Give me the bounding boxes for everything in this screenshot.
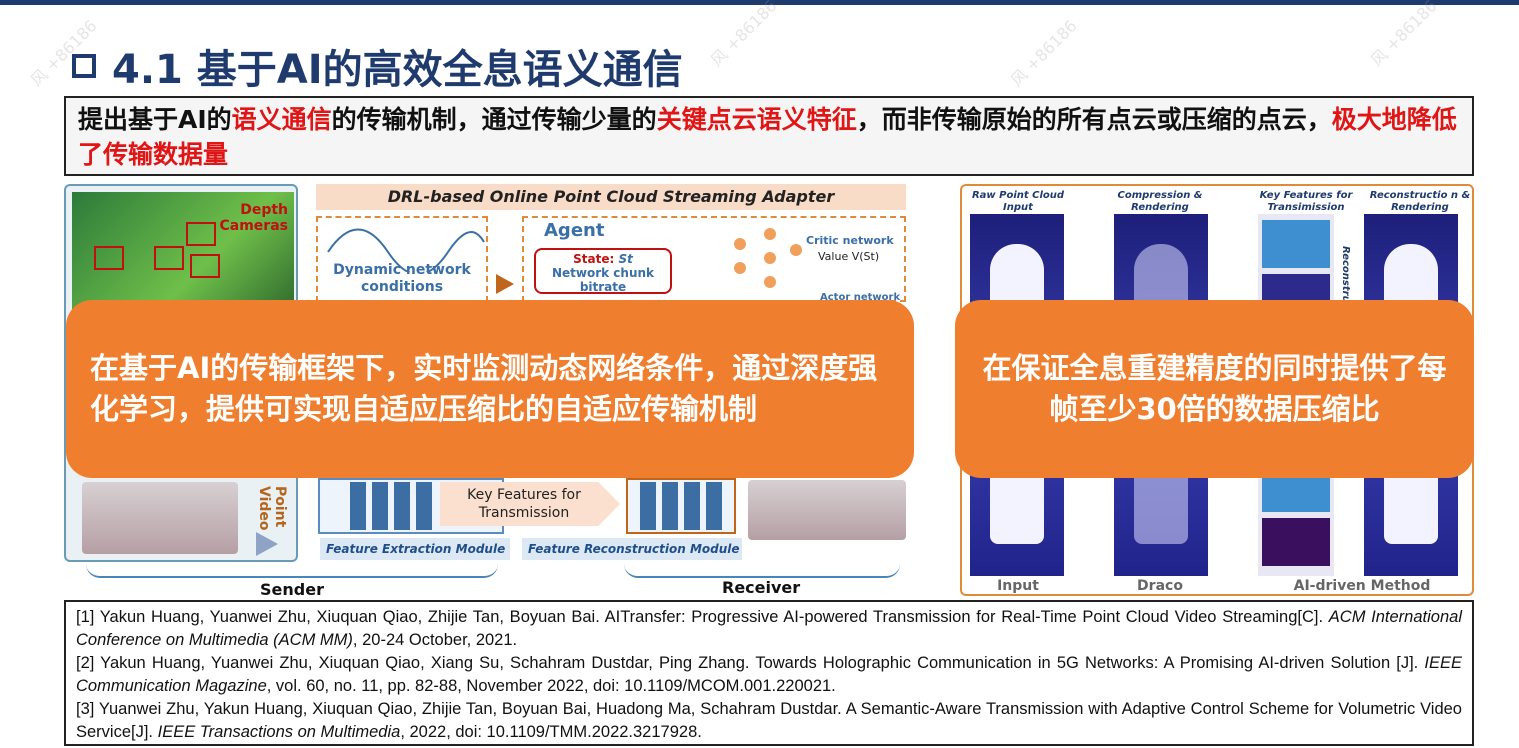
receiver-bracket [624, 564, 900, 578]
intro-text-1: 提出基于AI的 [78, 105, 232, 134]
watermark: 风 +86186 [706, 0, 781, 70]
intro-highlight-2: 关键点云语义特征 [656, 105, 857, 134]
feature-extraction-label: Feature Extraction Module [320, 538, 510, 560]
depth-cameras-label: Depth Cameras [219, 202, 289, 234]
camera-marker [190, 254, 220, 278]
intro-text-2: 的传输机制，通过传输少量的 [331, 105, 657, 134]
intro-box: 提出基于AI的语义通信的传输机制，通过传输少量的关键点云语义特征，而非传输原始的… [64, 96, 1474, 176]
slide-title-text: 4.1 基于AI的高效全息语义通信 [112, 47, 683, 93]
reference-1: [1] Yakun Huang, Yuanwei Zhu, Xiuquan Qi… [76, 606, 1462, 652]
layer-stack [394, 482, 410, 530]
state-text: Network chunk bitrate [551, 266, 655, 294]
ref2-text: [2] Yakun Huang, Yuanwei Zhu, Xiuquan Qi… [76, 654, 1425, 672]
col-head-key-features: Key Features for Transimission [1259, 190, 1353, 213]
foot-label-input: Input [997, 578, 1039, 594]
sender-label: Sender [260, 580, 324, 599]
network-node [790, 244, 802, 256]
references-box: [1] Yakun Huang, Yuanwei Zhu, Xiuquan Qi… [64, 600, 1474, 746]
intro-text-3: ，而非传输原始的所有点云或压缩的点云， [856, 105, 1332, 134]
camera-marker [154, 246, 184, 270]
layer-stack [662, 482, 678, 530]
callout-right-text: 在保证全息重建精度的同时提供了每帧至少30倍的数据压缩比 [982, 351, 1447, 426]
foot-label-ai: AI-driven Method [1293, 578, 1431, 594]
ref1-text: [1] Yakun Huang, Yuanwei Zhu, Xiuquan Qi… [76, 608, 1329, 626]
foot-label-draco: Draco [1137, 578, 1183, 594]
intro-highlight-1: 语义通信 [231, 105, 332, 134]
ref1-tail: , 20-24 October, 2021. [352, 631, 518, 649]
key-features-arrow: Key Features for Transmission [440, 482, 620, 526]
layer-stack [372, 482, 388, 530]
person-photo [82, 482, 238, 554]
camera-marker [186, 222, 216, 246]
arrow-right-icon [256, 532, 278, 556]
ref3-tail: , 2022, doi: 10.1109/TMM.2022.3217928. [400, 723, 702, 741]
camera-marker [94, 246, 124, 270]
feature-map [1262, 220, 1330, 268]
slide-title: 4.1 基于AI的高效全息语义通信 [72, 38, 683, 94]
agent-box: Agent State: St Network chunk bitrate Cr… [522, 216, 906, 303]
watermark: 风 +86186 [1006, 16, 1081, 90]
network-node [764, 252, 776, 264]
layer-stack [350, 482, 366, 530]
network-node [734, 238, 746, 250]
layer-stack [706, 482, 722, 530]
col-head-raw: Raw Point Cloud Input [971, 190, 1065, 213]
callout-right: 在保证全息重建精度的同时提供了每帧至少30倍的数据压缩比 [955, 300, 1474, 478]
state-symbol: St [618, 252, 633, 266]
reference-3: [3] Yuanwei Zhu, Yakun Huang, Xiuquan Qi… [76, 698, 1462, 744]
sender-bracket [86, 564, 498, 578]
callout-left-text: 在基于AI的传输框架下，实时监测动态网络条件，通过深度强化学习，提供可实现自适应… [90, 351, 878, 426]
layer-stack [640, 482, 656, 530]
critic-network-label: Critic network [806, 234, 894, 247]
feature-reconstruction-block [626, 478, 736, 534]
received-photo [748, 480, 906, 540]
watermark: 风 +86186 [1366, 0, 1441, 70]
state-label: State: [573, 252, 615, 266]
drl-header: DRL-based Online Point Cloud Streaming A… [316, 184, 906, 210]
feature-map [1262, 518, 1330, 566]
layer-stack [416, 482, 432, 530]
ref2-tail: , vol. 60, no. 11, pp. 82-88, November 2… [266, 677, 836, 695]
receiver-label: Receiver [722, 578, 801, 597]
callout-left: 在基于AI的传输框架下，实时监测动态网络条件，通过深度强化学习，提供可实现自适应… [66, 300, 914, 478]
network-node [764, 276, 776, 288]
arrow-right-icon [496, 274, 514, 294]
layer-stack [684, 482, 700, 530]
dynamic-network-box: Dynamic network conditions [316, 216, 488, 302]
dynamic-network-label: Dynamic network conditions [333, 262, 471, 295]
col-head-compression: Compression & Rendering [1117, 190, 1203, 213]
ref3-venue: IEEE Transactions on Multimedia [157, 723, 401, 741]
feature-reconstruction-label: Feature Reconstruction Module [522, 538, 742, 560]
reference-2: [2] Yakun Huang, Yuanwei Zhu, Xiuquan Qi… [76, 652, 1462, 698]
agent-title: Agent [544, 220, 605, 241]
value-label: Value V(St) [818, 250, 880, 263]
network-node [764, 228, 776, 240]
state-box: State: St Network chunk bitrate [534, 248, 672, 294]
network-node [734, 262, 746, 274]
col-head-reconstruction: Reconstructio n & Rendering [1369, 190, 1471, 213]
square-bullet-icon [72, 54, 96, 78]
